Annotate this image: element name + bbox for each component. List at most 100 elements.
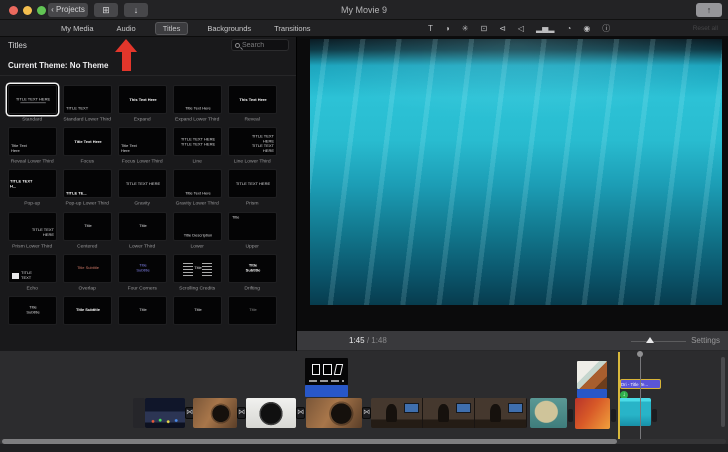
title-item-line[interactable]: TITLE TEXT HERE TITLE TEXT HERE Line [173,127,222,167]
tab-audio[interactable]: Audio [113,22,140,35]
reset-all-label[interactable]: Reset all [693,25,718,32]
vertical-scrollbar[interactable] [721,357,725,427]
tab-my-media[interactable]: My Media [57,22,98,35]
title-item-reveal[interactable]: This Text Here Reveal [228,85,277,125]
title-item-centered[interactable]: Title Centered [63,211,112,252]
title-thumbnail[interactable]: TITLE TEXT HERE [118,169,167,199]
title-thumbnail[interactable]: TITLE TE... [63,169,112,199]
title-item[interactable]: Title [173,295,222,327]
title-thumbnail[interactable]: Title [228,295,277,325]
transition-icon[interactable]: ⋈ [237,407,246,419]
crop-icon[interactable]: ⊡ [480,24,487,34]
title-item[interactable]: Title Subtitle [63,295,112,327]
title-item-lower-third[interactable]: Title Lower Third [118,211,167,252]
title-thumbnail[interactable]: Title Text Here [118,127,167,157]
video-preview-underwater[interactable] [310,39,722,305]
title-thumbnail[interactable]: Title [173,253,222,283]
share-button[interactable]: ↑ [696,3,722,17]
tab-titles[interactable]: Titles [154,22,189,35]
title-thumbnail[interactable]: Title Text Here [173,85,222,114]
color-balance-icon[interactable]: ◑ [445,24,450,34]
transition-icon[interactable]: ⋈ [296,407,305,419]
title-thumbnail[interactable]: Title Subtitle [228,253,277,283]
title-thumbnail[interactable]: TITLE TEXT [8,253,57,283]
clip-camera-lens[interactable] [306,398,362,428]
title-item[interactable]: Title [118,295,167,327]
overlay-clip-bar[interactable] [577,389,607,398]
tab-transitions[interactable]: Transitions [270,22,314,35]
overlay-clip-deer[interactable] [577,361,607,389]
title-item-overlap[interactable]: Title Subtitle Overlap [63,253,112,294]
volume-icon[interactable]: ◁ [518,24,524,34]
title-item-lower[interactable]: Title Description Lower [173,211,222,252]
title-item-focus-lower-third[interactable]: Title Text Here Focus Lower Third [118,127,167,167]
title-item-four-corners[interactable]: Title Subtitle Four Corners [118,253,167,294]
transition-icon[interactable]: ⋈ [362,407,371,419]
title-item-gravity-lower-third[interactable]: Title Text Here Gravity Lower Third [173,169,222,209]
title-item-expand-lower-third[interactable]: Title Text Here Expand Lower Third [173,85,222,125]
title-thumbnail[interactable]: TITLE TEXT HERE TITLE TEXT HERE [173,127,222,157]
clip-edge-handle[interactable] [652,409,657,422]
title-thumbnail[interactable]: TITLE TEXT HERE [8,85,57,114]
info-icon[interactable]: ⓘ [602,24,610,34]
title-item-pop-up-lower-third[interactable]: TITLE TE... Pop-up Lower Third [63,169,112,209]
title-item-scrolling-credits[interactable]: Title Scrolling Credits [173,253,222,294]
title-item[interactable]: Title [228,295,277,327]
tab-backgrounds[interactable]: Backgrounds [203,22,255,35]
title-item-expand[interactable]: This Text Here Expand [118,85,167,125]
overlay-clip-bar[interactable] [305,385,348,397]
skimmer-handle[interactable] [637,351,643,357]
timeline-zoom-slider[interactable] [631,337,686,343]
settings-button[interactable]: Settings [691,336,720,345]
title-thumbnail[interactable]: TITLE TEXT HERE TITLE TEXT HERE [228,127,277,157]
title-thumbnail[interactable]: Title Subtitle [63,253,112,283]
title-thumbnail[interactable]: Title Text Here [173,169,222,199]
clip-orange-gradient[interactable] [575,398,610,429]
playhead[interactable] [618,352,620,442]
zoom-slider-thumb[interactable] [646,337,654,343]
title-item-focus[interactable]: Title Text Here Focus [63,127,112,167]
title-thumbnail[interactable]: Title [63,211,112,241]
title-item-reveal-lower-third[interactable]: Title Text Here Reveal Lower Third [8,127,57,167]
title-item-gravity[interactable]: TITLE TEXT HERE Gravity [118,169,167,209]
overlay-clip-devices[interactable] [305,358,348,385]
speed-icon[interactable]: ◔ [566,24,571,34]
clip-desk-interview[interactable] [371,398,527,428]
search-field[interactable] [231,39,289,51]
title-thumbnail[interactable]: Title Subtitle [63,295,112,325]
clip-map[interactable] [530,398,567,428]
title-thumbnail[interactable]: Title Text Here [8,127,57,157]
title-thumbnail[interactable]: Title Text Here [63,127,112,157]
title-thumbnail[interactable]: Title [118,211,167,241]
title-item-pop-up[interactable]: TITLE TEXT H... Pop-up [8,169,57,209]
title-item-standard[interactable]: TITLE TEXT HERE Standard [8,85,57,125]
clip-filter-icon[interactable]: ◉ [583,24,590,34]
title-thumbnail[interactable]: Title Subtitle [118,253,167,283]
stabilization-icon[interactable]: ⊲ [499,24,506,34]
title-item-upper[interactable]: Title Upper [228,211,277,252]
search-input[interactable] [242,41,285,49]
title-item-standard-lower-third[interactable]: TITLE TEXT Standard Lower Third [63,85,112,125]
title-item[interactable]: Title Subtitle [8,295,57,327]
noise-reduction-icon[interactable]: ▂▅▂ [536,24,554,34]
title-thumbnail[interactable]: TITLE TEXT HERE [228,169,277,199]
clip-underwater[interactable] [619,398,651,426]
title-item-prism[interactable]: TITLE TEXT HERE Prism [228,169,277,209]
title-thumbnail[interactable]: Title [118,295,167,325]
title-thumbnail[interactable]: TITLE TEXT [63,85,112,114]
titles-settings-icon[interactable]: T [428,24,433,34]
clip-edge-handle[interactable] [568,409,573,422]
title-thumbnail[interactable]: This Text Here [118,85,167,114]
title-thumbnail[interactable]: TITLE TEXT HERE [8,211,57,241]
clip-sliver[interactable] [133,398,145,428]
title-item-drifting[interactable]: Title Subtitle Drifting [228,253,277,294]
clip-house-lights[interactable] [145,398,185,428]
title-thumbnail[interactable]: Title Subtitle [8,295,57,325]
title-thumbnail[interactable]: Title Description [173,211,222,241]
title-thumbnail[interactable]: This Text Here [228,85,277,114]
color-correction-icon[interactable]: ✳ [462,24,469,34]
title-thumbnail[interactable]: TITLE TEXT H... [8,169,57,199]
clip-edge-handle[interactable] [611,409,616,422]
title-item-line-lower-third[interactable]: TITLE TEXT HERE TITLE TEXT HERE Line Lowe… [228,127,277,167]
clip-lens-white-bg[interactable] [246,398,296,428]
